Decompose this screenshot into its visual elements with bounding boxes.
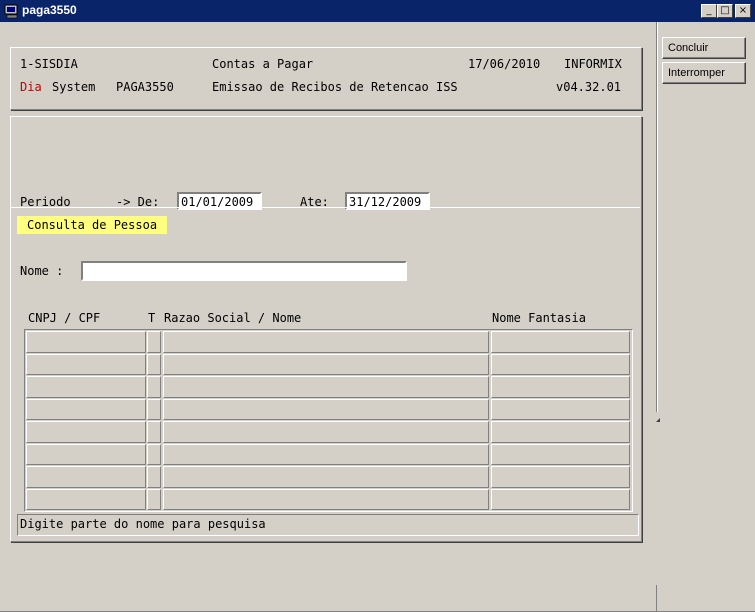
table-cell[interactable]: [26, 466, 146, 488]
resize-marker-icon: [656, 418, 660, 422]
panel-divider-bottom: [656, 585, 657, 612]
program-version: v04.32.01: [556, 80, 622, 94]
database-name: INFORMIX: [564, 57, 622, 71]
program-description: Emissao de Recibos de Retencao ISS: [212, 80, 458, 94]
concluir-button[interactable]: Concluir: [662, 37, 746, 59]
table-cell[interactable]: [147, 421, 161, 443]
table-cell[interactable]: [26, 488, 146, 510]
table-cell[interactable]: [147, 331, 161, 353]
table-cell[interactable]: [163, 466, 489, 488]
table-cell[interactable]: [147, 376, 161, 398]
column-header-cnpj: CNPJ / CPF: [28, 311, 101, 325]
status-message: Digite parte do nome para pesquisa: [20, 517, 266, 531]
column-header-nome-fantasia: Nome Fantasia: [492, 311, 586, 325]
minimize-button[interactable]: _: [701, 4, 717, 18]
table-cell[interactable]: [26, 353, 146, 375]
brand-dia: Dia: [20, 80, 42, 94]
maximize-button[interactable]: □: [717, 4, 733, 18]
table-cell[interactable]: [147, 466, 161, 488]
table-cell[interactable]: [491, 376, 630, 398]
table-cell[interactable]: [26, 443, 146, 465]
table-cell[interactable]: [491, 443, 630, 465]
table-cell[interactable]: [491, 466, 630, 488]
system-name: 1-SISDIA: [20, 57, 78, 71]
table-cell[interactable]: [26, 398, 146, 420]
column-header-razao-social: Razao Social / Nome: [164, 311, 302, 325]
table-cell[interactable]: [163, 421, 489, 443]
header-date: 17/06/2010: [468, 57, 541, 71]
table-cell[interactable]: [491, 331, 630, 353]
brand-system: System: [52, 80, 96, 94]
program-code: PAGA3550: [116, 80, 174, 94]
table-cell[interactable]: [163, 376, 489, 398]
app-icon: [4, 4, 18, 19]
window-title: paga3550: [22, 3, 77, 17]
table-cell[interactable]: [163, 353, 489, 375]
table-cell[interactable]: [26, 331, 146, 353]
table-cell[interactable]: [163, 398, 489, 420]
interromper-button[interactable]: Interromper: [662, 62, 746, 84]
nome-label: Nome :: [20, 264, 64, 278]
table-cell[interactable]: [163, 488, 489, 510]
nome-search-input[interactable]: [81, 261, 407, 281]
title-bar[interactable]: paga3550 _ □ ×: [0, 0, 755, 22]
close-button[interactable]: ×: [735, 4, 751, 18]
panel-divider-light: [657, 22, 658, 412]
module-name: Contas a Pagar: [212, 57, 314, 71]
consulta-title: Consulta de Pessoa: [17, 216, 168, 234]
table-cell[interactable]: [491, 353, 630, 375]
table-cell[interactable]: [163, 443, 489, 465]
table-cell[interactable]: [26, 421, 146, 443]
popup-top-edge: [10, 207, 640, 208]
table-cell[interactable]: [147, 443, 161, 465]
table-cell[interactable]: [491, 488, 630, 510]
header-panel: [10, 47, 642, 110]
results-table: [24, 329, 633, 512]
column-header-type: T: [148, 311, 156, 325]
table-cell[interactable]: [147, 353, 161, 375]
table-cell[interactable]: [147, 398, 161, 420]
table-cell[interactable]: [491, 398, 630, 420]
table-cell[interactable]: [163, 331, 489, 353]
table-cell[interactable]: [26, 376, 146, 398]
table-cell[interactable]: [491, 421, 630, 443]
table-cell[interactable]: [147, 488, 161, 510]
